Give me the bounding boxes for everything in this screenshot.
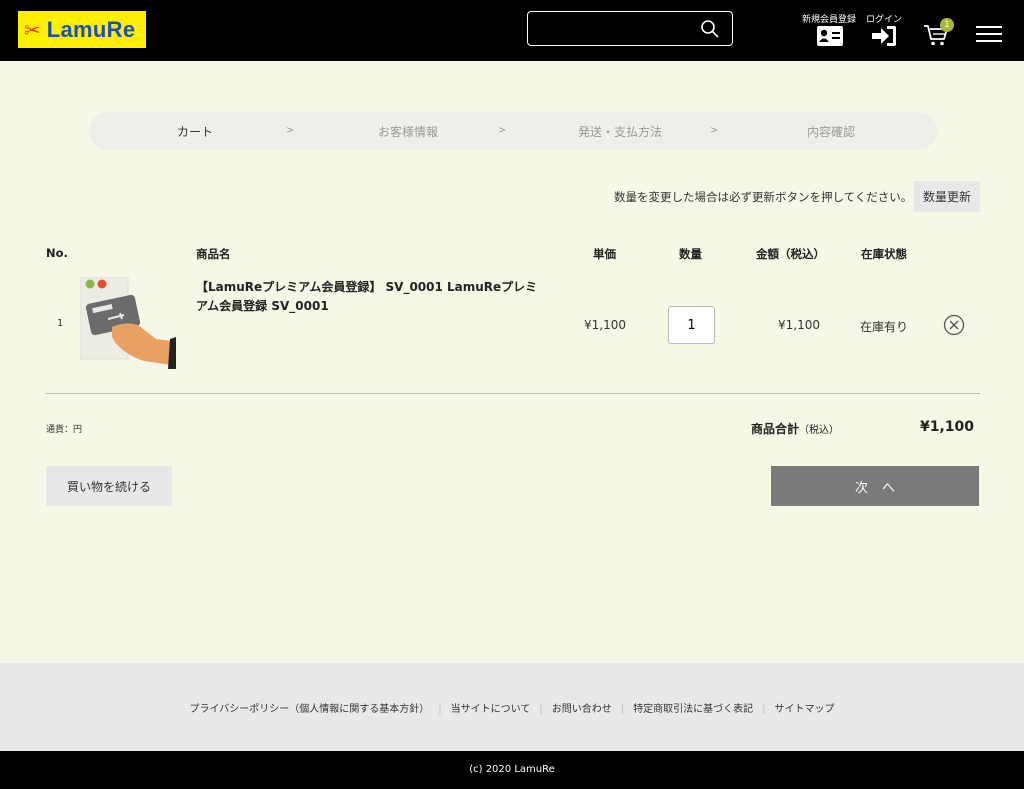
search-input[interactable] (536, 18, 696, 40)
remove-item-icon[interactable] (943, 314, 965, 336)
product-thumbnail[interactable] (80, 277, 178, 369)
quantity-input[interactable] (668, 306, 715, 344)
footer-link-legal[interactable]: 特定商取引法に基づく表記 (624, 704, 762, 715)
footer-link-privacy[interactable]: プライバシーポリシー（個人情報に関する基本方針） (180, 704, 438, 715)
scissors-icon: ✂ (24, 17, 41, 42)
subtotal-label: 商品合計（税込） (751, 420, 839, 437)
column-unit-price: 単価 (593, 247, 616, 261)
step-separator: > (710, 125, 719, 136)
search-icon[interactable] (700, 19, 720, 39)
footer-nav: プライバシーポリシー（個人情報に関する基本方針） | 当サイトについて | お問い合わせ… (0, 700, 1024, 715)
item-number: 1 (57, 318, 64, 329)
line-amount: ¥1,100 (778, 318, 820, 332)
checkout-steps: カート > お客様情報 > 発送・支払方法 > 内容確認 (89, 112, 937, 150)
footer-links-area: プライバシーポリシー（個人情報に関する基本方針） | 当サイトについて | お問い合わせ… (0, 663, 1024, 751)
quantity-notice: 数量を変更した場合は必ず更新ボタンを押してください。 (614, 190, 913, 204)
step-separator: > (286, 125, 295, 136)
column-quantity: 数量 (679, 247, 702, 261)
step-cart: カート (177, 125, 214, 139)
footer-link-contact[interactable]: お問い合わせ (543, 704, 621, 715)
stock-status: 在庫有り (860, 320, 909, 334)
column-stock: 在庫状態 (861, 247, 907, 261)
hamburger-menu-icon[interactable] (976, 26, 1002, 44)
next-button-label: 次 (854, 480, 868, 496)
currency-label: 通貨：円 (46, 425, 83, 435)
footer-separator: | (762, 704, 766, 715)
subtotal-label-text: 商品合計 (751, 422, 800, 436)
login-icon[interactable] (871, 24, 897, 48)
column-no: No. (46, 246, 68, 260)
logo-text: LamuRe (46, 16, 136, 42)
table-divider (46, 393, 980, 394)
copyright: (c) 2020 LamuRe (0, 751, 1024, 789)
cart-count-badge: 1 (940, 18, 954, 32)
register-label[interactable]: 新規会員登録 (802, 12, 856, 25)
step-separator: > (498, 125, 507, 136)
site-header: ✂ LamuRe 新規会員登録 ログイン 1 (0, 0, 1024, 61)
member-card-icon[interactable] (816, 25, 844, 47)
column-product-name: 商品名 (196, 247, 231, 261)
continue-shopping-button[interactable]: 買い物を続ける (46, 466, 172, 506)
next-arrow-icon: へ (882, 480, 896, 496)
site-logo[interactable]: ✂ LamuRe (18, 11, 146, 48)
product-name-link[interactable]: 【LamuReプレミアム会員登録】 SV_0001 LamuReプレミアム会員登… (196, 278, 541, 316)
update-quantity-button[interactable]: 数量更新 (914, 181, 980, 212)
search-box (527, 11, 733, 46)
footer-link-about[interactable]: 当サイトについて (442, 704, 540, 715)
step-confirm: 内容確認 (807, 125, 856, 139)
subtotal-value: ¥1,100 (920, 419, 975, 435)
column-amount: 金額（税込） (756, 247, 825, 261)
step-customer-info: お客様情報 (378, 125, 439, 139)
step-shipping-payment: 発送・支払方法 (578, 125, 663, 139)
unit-price: ¥1,100 (584, 318, 626, 332)
subtotal-tax-note: （税込） (799, 425, 840, 436)
next-button[interactable]: 次 へ (771, 466, 979, 506)
footer-link-sitemap[interactable]: サイトマップ (766, 704, 844, 715)
